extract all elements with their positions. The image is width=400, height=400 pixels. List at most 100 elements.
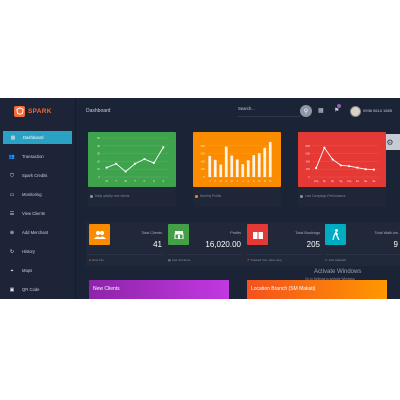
total-clients-card: Total Clients 41 ● View info — [86, 222, 166, 266]
chart-footer: Daily activity new clients — [90, 194, 129, 198]
new-clients-panel: New Clients — [89, 280, 229, 299]
data-point — [162, 146, 165, 149]
y-tick-label: 600 — [201, 152, 206, 156]
sidebar: SPARK ▦ Dashboard 👥 Transaction ⛉ Spark Credi… — [0, 98, 76, 299]
bar — [263, 147, 267, 177]
bar — [257, 153, 261, 177]
stat-value: 9 — [393, 240, 398, 249]
sidebar-item-label: Maps — [22, 268, 33, 273]
daily-clients-card: 0 10 20 30 40 50 M T W T F S S Daily activity new cl… — [88, 132, 176, 207]
stat-label: Total Clients — [141, 231, 162, 235]
total-bookings-card: Total Bookings 205 ⚑ Tracked from other … — [244, 222, 324, 266]
y-tick-label: 800 — [306, 144, 311, 148]
x-tick-label: O — [258, 179, 260, 183]
stat-value: 16,020.00 — [205, 240, 241, 249]
search-input[interactable]: Search... — [238, 106, 300, 117]
bar — [230, 155, 234, 177]
sidebar-item-label: Transaction — [22, 154, 44, 159]
stat-value: 205 — [306, 240, 320, 249]
add-user-icon: ⊕ — [9, 229, 15, 236]
y-tick-label: 400 — [306, 159, 311, 163]
sidebar-item-dashboard[interactable]: ▦ Dashboard — [3, 131, 72, 144]
stat-footer: ⚑ Tracked from other app — [247, 258, 282, 262]
search-button[interactable]: ⚲ — [300, 105, 312, 117]
y-tick-label: 200 — [201, 167, 206, 171]
data-point — [364, 168, 367, 171]
data-point — [339, 164, 342, 167]
sidebar-item-label: Monitoring — [22, 192, 42, 197]
data-point — [315, 166, 318, 170]
x-tick-label: S — [153, 179, 155, 183]
notification-badge — [337, 104, 341, 108]
logo-icon — [14, 105, 25, 117]
stat-label: Total Bookings — [295, 231, 320, 235]
stat-footer-link[interactable]: ● View info — [89, 258, 104, 262]
data-point — [152, 161, 155, 165]
book-icon — [247, 224, 268, 245]
apps-grid-icon[interactable]: ▦ — [318, 107, 324, 114]
store-icon — [168, 224, 189, 245]
chart-footer: Monthly Profits — [195, 194, 221, 198]
x-tick-label: D — [269, 179, 271, 183]
users-icon — [89, 224, 110, 245]
x-tick-label: S — [253, 179, 255, 183]
data-point — [115, 162, 118, 165]
shield-icon: ⛉ — [10, 172, 14, 179]
bar — [268, 141, 272, 177]
sidebar-item-add-merchant[interactable]: ⊕ Add Merchant — [2, 226, 72, 239]
monthly-profits-card: 0 200 400 600 800 J F M A M J J A S O N D Monthly Profit… — [193, 132, 281, 207]
bar — [235, 159, 239, 177]
stat-footer: ▦ Last 24 Hours — [168, 258, 191, 262]
users-icon: 👥 — [8, 153, 16, 160]
data-point — [124, 170, 127, 173]
avatar[interactable] — [350, 106, 361, 117]
divider — [89, 254, 163, 255]
sidebar-item-spark-credits[interactable]: ⛉ Spark Credits — [2, 169, 72, 182]
page-title: Dashboard — [86, 108, 111, 114]
chart-background — [298, 132, 386, 187]
dashboard-screen: SPARK ▦ Dashboard 👥 Transaction ⛉ Spark Credi… — [0, 98, 400, 299]
data-point — [133, 162, 137, 165]
qr-icon: ▣ — [9, 286, 15, 293]
sidebar-item-maps[interactable]: ⌖ Maps — [2, 264, 72, 277]
x-tick-label: M — [220, 179, 222, 183]
sidebar-item-history[interactable]: ↻ History — [2, 245, 72, 258]
bar — [219, 164, 223, 177]
x-tick-label: 12p — [347, 179, 352, 183]
data-point — [105, 166, 108, 169]
panel-title: New Clients — [93, 286, 120, 292]
sidebar-item-label: History — [22, 249, 36, 254]
data-point — [331, 158, 334, 161]
sidebar-item-label: QR Code — [22, 287, 40, 292]
bar — [241, 164, 245, 177]
x-tick-label: M — [106, 179, 108, 183]
user-name[interactable]: 0938 0614 1585 — [363, 108, 392, 113]
sidebar-item-label: Spark Credits — [22, 173, 48, 178]
stat-label: Total Walk-ins — [374, 231, 399, 235]
bar — [213, 159, 217, 177]
bell-icon[interactable]: ⚑ — [334, 107, 339, 114]
divider — [168, 254, 242, 255]
sidebar-item-transaction[interactable]: 👥 Transaction — [2, 150, 72, 163]
brand-name: SPARK — [28, 107, 52, 115]
walking-icon — [325, 224, 346, 245]
chart-background — [88, 132, 176, 187]
sidebar-item-qr-code[interactable]: ▣ QR Code — [2, 283, 72, 296]
data-point — [356, 166, 359, 169]
sidebar-item-monitoring[interactable]: ▭ Monitoring — [2, 188, 72, 201]
x-tick-label: A — [247, 179, 249, 183]
y-tick-label: 200 — [306, 167, 311, 171]
sidebar-item-label: Dashboard — [23, 135, 44, 140]
stat-footer: ↻ Just Updated — [325, 258, 347, 262]
brand-logo[interactable]: SPARK — [14, 104, 52, 118]
data-point — [323, 146, 326, 149]
divider — [325, 254, 399, 255]
x-tick-label: M — [231, 179, 233, 183]
sidebar-item-view-clients[interactable]: ☰ View Clients — [2, 207, 72, 220]
x-tick-label: N — [264, 179, 266, 183]
top-navbar: Dashboard Search... ⚲ ▦ ⚑ 0938 0614 1585 — [76, 98, 400, 124]
data-point — [372, 168, 375, 171]
activate-windows-subtitle: Go to Settings to activate Windows. — [305, 277, 356, 281]
monitor-icon: ▭ — [9, 191, 15, 198]
y-tick-label: 600 — [306, 152, 311, 156]
